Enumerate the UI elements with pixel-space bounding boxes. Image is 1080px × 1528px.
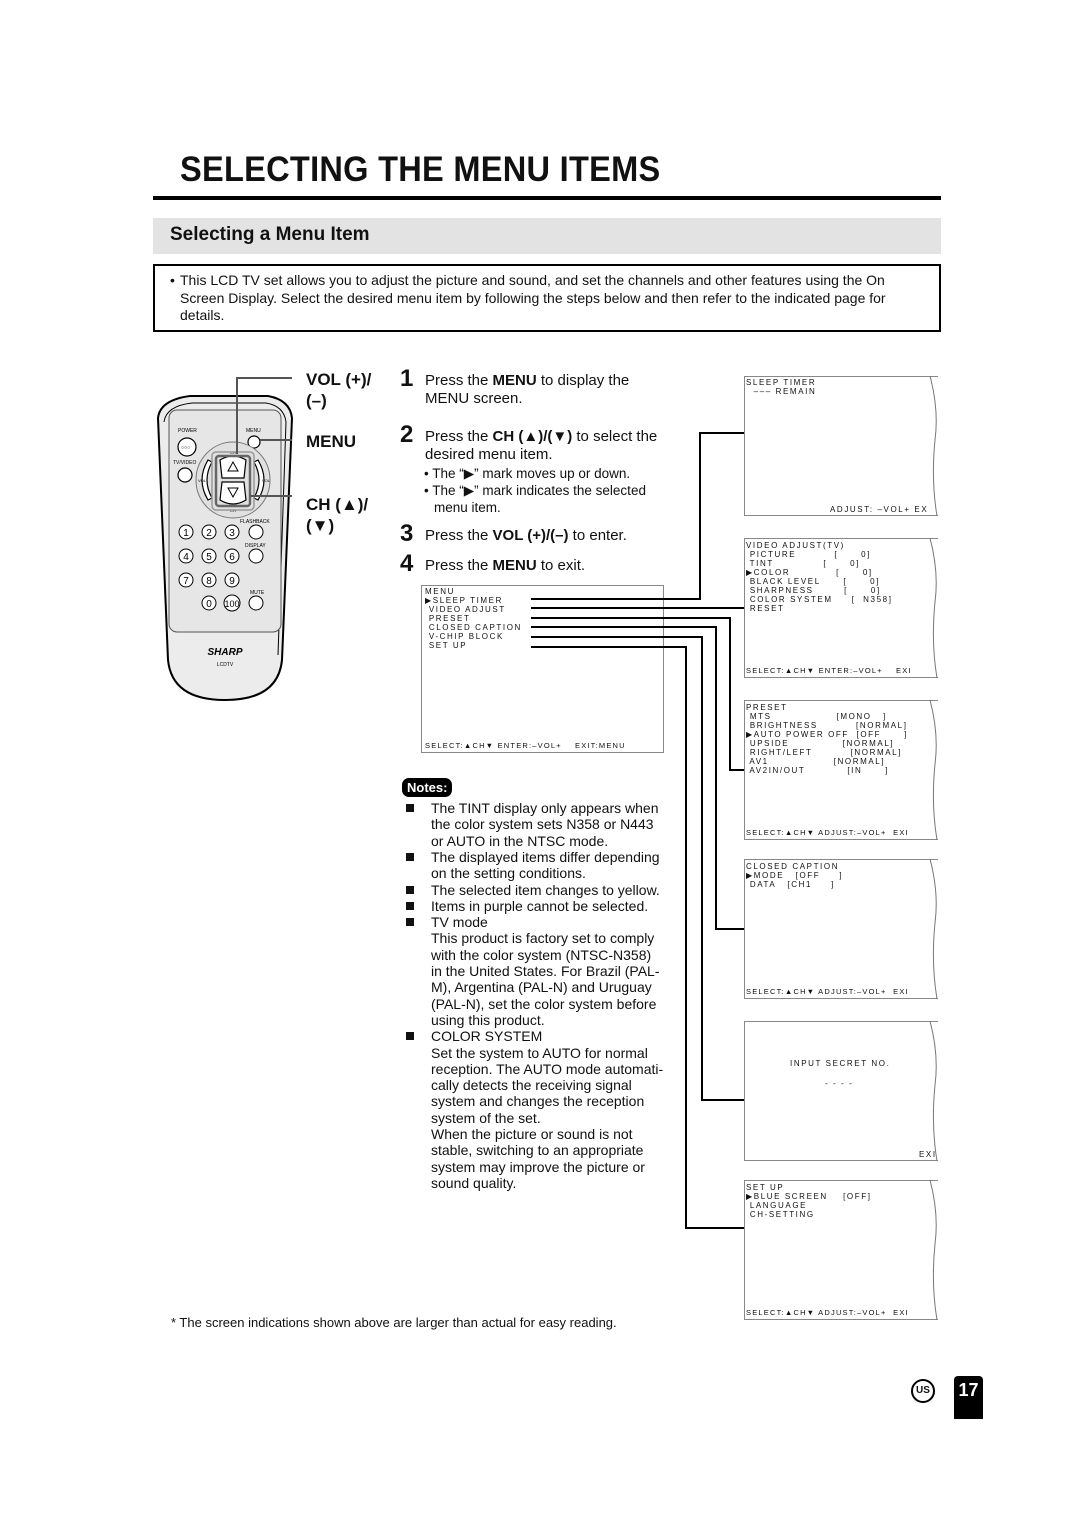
closed-caption-line-1: CLOSED CAPTION (746, 862, 840, 871)
setup-line-1: SET UP (746, 1183, 785, 1192)
connector-sleep-timer (531, 432, 745, 600)
note-bullet-icon (406, 918, 414, 927)
setup-footer: SELECT:▲CH▼ ADJUST:–VOL+ EXI (746, 1308, 909, 1317)
setup-line-4: CH-SETTING (746, 1210, 815, 1219)
page-number: 17 (954, 1376, 983, 1419)
note-5-line: using this product. (431, 1011, 545, 1028)
note-6-line: COLOR SYSTEM (431, 1028, 543, 1045)
note-5-line: with the color system (NTSC-N358) (431, 946, 652, 963)
preset-line-8: AV2IN/OUT [IN ] (746, 766, 890, 775)
sleep-timer-line-1: SLEEP TIMER (746, 378, 817, 387)
vchip-input[interactable]: - - - - (825, 1079, 854, 1088)
note-5-line: in the United States. For Brazil (PAL- (431, 963, 660, 979)
video-adjust-footer: SELECT:▲CH▼ ENTER:–VOL+ EXI (746, 666, 912, 675)
note-6-line: system of the set. (431, 1109, 541, 1126)
video-adjust-line-4: ▶COLOR [ 0] (746, 568, 873, 577)
note-6-line: When the picture or sound is not (431, 1126, 633, 1142)
video-adjust-line-7: COLOR SYSTEM [ N358] (746, 595, 893, 604)
sleep-timer-footer: ADJUST: –VOL+ EX (830, 505, 929, 514)
region-badge: US (911, 1379, 935, 1403)
preset-footer: SELECT:▲CH▼ ADJUST:–VOL+ EXI (746, 828, 909, 837)
note-6-line: cally detects the receiving signal (431, 1077, 632, 1094)
video-adjust-line-2: PICTURE [ 0] (746, 550, 871, 559)
vchip-screen (744, 1021, 938, 1161)
note-5-line: (PAL-N), set the color system before (431, 995, 657, 1012)
closed-caption-footer: SELECT:▲CH▼ ADJUST:–VOL+ EXI (746, 987, 909, 996)
preset-line-6: RIGHT/LEFT [NORMAL] (746, 748, 903, 757)
setup-line-3: LANGUAGE (746, 1201, 808, 1210)
note-6-line: system may improve the picture or (431, 1158, 645, 1175)
video-adjust-line-3: TINT [ 0] (746, 559, 861, 568)
note-bullet-icon (406, 901, 414, 910)
note-1-line: the color system sets N358 or N443 (431, 816, 654, 833)
note-3-line: The selected item changes to yellow. (431, 881, 660, 898)
preset-line-4: ▶AUTO POWER OFF [OFF ] (746, 730, 908, 739)
video-adjust-line-6: SHARPNESS [ 0] (746, 586, 881, 595)
note-1-line: The TINT display only appears when (431, 800, 659, 816)
note-bullet-icon (406, 885, 414, 894)
preset-line-5: UPSIDE [NORMAL] (746, 739, 895, 748)
video-adjust-line-5: BLACK LEVEL [ 0] (746, 577, 881, 586)
note-5-line: TV mode (431, 914, 488, 931)
note-6-line: stable, switching to an appropriate (431, 1142, 644, 1159)
video-adjust-line-8: RESET (746, 604, 785, 613)
video-adjust-line-1: VIDEO ADJUST(TV) (746, 541, 845, 550)
notes-badge: Notes: (402, 778, 453, 797)
note-2-line: on the setting conditions. (431, 865, 586, 882)
note-4-line: Items in purple cannot be selected. (431, 897, 649, 914)
preset-line-2: MTS [MONO ] (746, 712, 887, 721)
vchip-prompt: INPUT SECRET NO. (790, 1059, 891, 1068)
note-5-line: M), Argentina (PAL-N) and Uruguay (431, 979, 652, 996)
note-6-line: system and changes the reception (431, 1093, 645, 1110)
closed-caption-line-2: ▶MODE [OFF ] (746, 871, 844, 880)
setup-line-2: ▶BLUE SCREEN [OFF] (746, 1192, 872, 1201)
note-6-line: sound quality. (431, 1174, 517, 1191)
note-bullet-icon (406, 852, 414, 861)
preset-line-1: PRESET (746, 703, 788, 712)
note-5-line: This product is factory set to comply (431, 930, 655, 947)
screen-wavy-edges (929, 375, 938, 1321)
note-1-line: or AUTO in the NTSC mode. (431, 832, 609, 849)
closed-caption-line-3: DATA [CH1 ] (746, 880, 835, 889)
note-6-line: Set the system to AUTO for normal (431, 1044, 648, 1061)
preset-line-3: BRIGHTNESS [NORMAL] (746, 721, 908, 730)
sleep-timer-screen (744, 376, 938, 516)
sleep-timer-line-2: ––– REMAIN (746, 387, 817, 396)
connector-preset (531, 617, 745, 771)
preset-line-7: AV1 [NORMAL] (746, 757, 886, 766)
note-2-line: The displayed items differ depending (431, 848, 660, 865)
footnote: * The screen indications shown above are… (171, 1315, 617, 1330)
note-6-line: reception. The AUTO mode automati- (431, 1060, 664, 1077)
note-bullet-icon (406, 1032, 414, 1041)
note-bullet-icon (406, 804, 414, 812)
